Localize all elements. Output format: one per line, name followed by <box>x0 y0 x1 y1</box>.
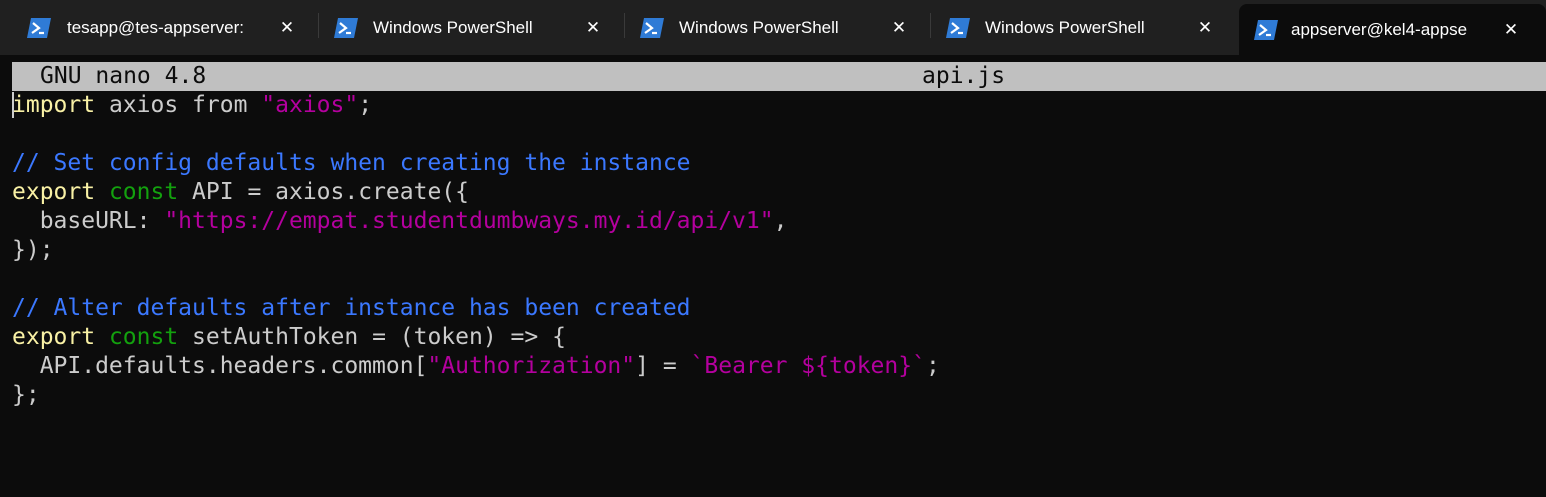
code-line-6: }); <box>12 237 54 263</box>
code-line-3: // Set config defaults when creating the… <box>12 150 691 176</box>
tab-title: Windows PowerShell <box>373 17 533 37</box>
terminal-area[interactable]: GNU nano 4.8 api.js import axios from "a… <box>0 55 1546 497</box>
nano-title-bar: GNU nano 4.8 api.js <box>12 62 1546 91</box>
powershell-icon <box>640 17 664 38</box>
code-line-4: export const API = axios.create({ <box>12 179 469 205</box>
tab-title: appserver@kel4-appse <box>1291 19 1468 39</box>
powershell-icon <box>1254 19 1278 40</box>
text-cursor <box>12 92 14 118</box>
code-line-5: baseURL: "https://empat.studentdumbways.… <box>12 208 788 234</box>
tab-title: Windows PowerShell <box>985 17 1145 37</box>
tab-appserver[interactable]: appserver@kel4-appse ✕ <box>1239 4 1546 55</box>
tab-bar: tesapp@tes-appserver: ✕ Windows PowerShe… <box>0 0 1546 55</box>
close-icon[interactable]: ✕ <box>889 18 909 38</box>
tab-windows-powershell-3[interactable]: Windows PowerShell ✕ <box>931 0 1236 55</box>
tab-windows-powershell-1[interactable]: Windows PowerShell ✕ <box>319 0 624 55</box>
tab-windows-powershell-2[interactable]: Windows PowerShell ✕ <box>625 0 930 55</box>
powershell-icon <box>27 17 51 38</box>
code-line-1: import axios from "axios"; <box>12 92 373 118</box>
nano-filename: api.js <box>922 63 1006 89</box>
close-icon[interactable]: ✕ <box>1195 18 1215 38</box>
close-icon[interactable]: ✕ <box>583 18 603 38</box>
tab-tesapp[interactable]: tesapp@tes-appserver: ✕ <box>0 0 318 55</box>
code-line-11: }; <box>12 382 40 408</box>
powershell-icon <box>946 17 970 38</box>
powershell-icon <box>334 17 358 38</box>
code-line-9: export const setAuthToken = (token) => { <box>12 324 566 350</box>
code-line-10: API.defaults.headers.common["Authorizati… <box>12 353 940 379</box>
tab-title: Windows PowerShell <box>679 17 839 37</box>
tab-title: tesapp@tes-appserver: <box>67 17 244 37</box>
close-icon[interactable]: ✕ <box>1501 20 1521 40</box>
nano-version: GNU nano 4.8 <box>40 63 207 89</box>
close-icon[interactable]: ✕ <box>277 18 297 38</box>
code-line-8: // Alter defaults after instance has bee… <box>12 295 691 321</box>
